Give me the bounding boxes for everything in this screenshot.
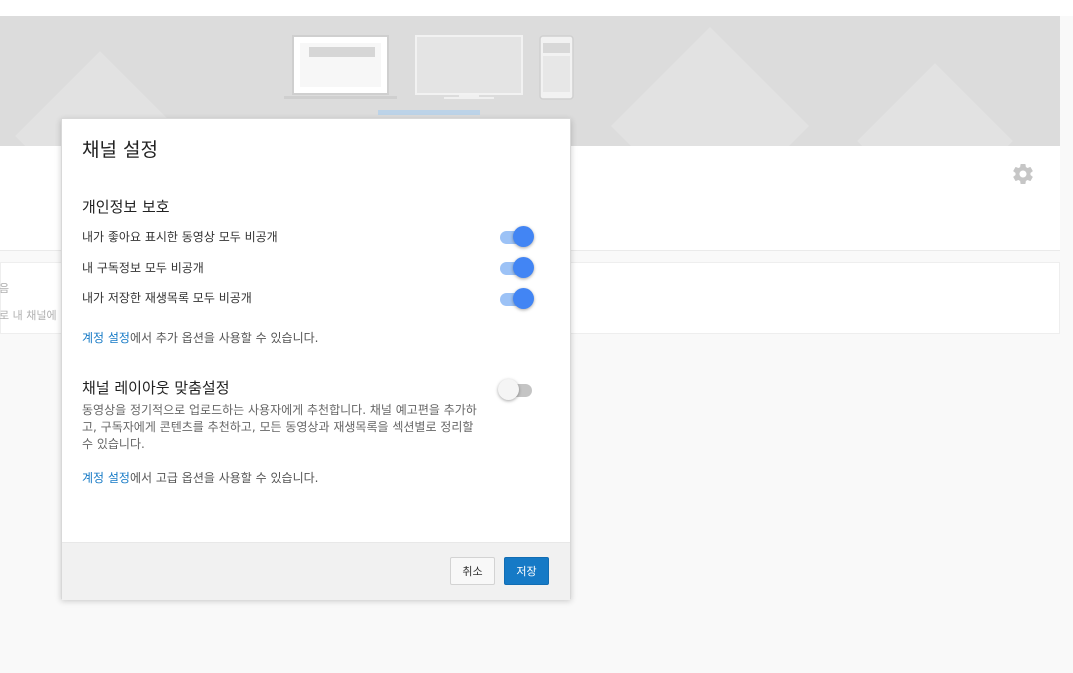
gear-icon[interactable]: [1011, 162, 1035, 186]
subscriptions-private-toggle[interactable]: [498, 257, 534, 279]
laptop-icon: [284, 35, 397, 99]
phone-icon: [539, 35, 574, 100]
cancel-button[interactable]: 취소: [450, 557, 495, 585]
toggle-thumb: [513, 257, 534, 278]
toggle-thumb: [513, 288, 534, 309]
layout-hint: 계정 설정에서 고급 옵션을 사용할 수 있습니다.: [82, 469, 318, 486]
banner-device-highlight: [378, 110, 480, 115]
privacy-section-title: 개인정보 보호: [82, 198, 170, 216]
account-settings-link[interactable]: 계정 설정: [82, 471, 130, 485]
privacy-hint: 계정 설정에서 추가 옵션을 사용할 수 있습니다.: [82, 329, 318, 346]
layout-description: 동영상을 정기적으로 업로드하는 사용자에게 추천합니다. 채널 예고편을 추가…: [82, 403, 477, 451]
save-button[interactable]: 저장: [504, 557, 549, 585]
tv-icon: [415, 35, 523, 99]
content-text-fragment: 로 내 채널에: [0, 309, 57, 322]
dialog-title: 채널 설정: [82, 139, 158, 161]
content-text-fragment: 음: [0, 282, 10, 295]
saved-playlists-private-toggle[interactable]: [498, 288, 534, 310]
subscriptions-private-label: 내 구독정보 모두 비공개: [82, 261, 204, 275]
liked-videos-private-label: 내가 좋아요 표시한 동영상 모두 비공개: [82, 230, 278, 244]
layout-section-title: 채널 레이아웃 맞춤설정: [82, 379, 230, 397]
channel-settings-dialog: 채널 설정 개인정보 보호 내가 좋아요 표시한 동영상 모두 비공개 내 구독…: [61, 118, 571, 600]
privacy-hint-text: 에서 추가 옵션을 사용할 수 있습니다.: [129, 331, 319, 345]
account-settings-link[interactable]: 계정 설정: [82, 331, 130, 345]
liked-videos-private-toggle[interactable]: [498, 226, 534, 248]
layout-customization-toggle[interactable]: [498, 379, 534, 401]
toggle-thumb: [513, 226, 534, 247]
toggle-thumb: [498, 379, 519, 400]
top-bar: [0, 0, 1073, 16]
layout-hint-text: 에서 고급 옵션을 사용할 수 있습니다.: [129, 471, 319, 485]
dialog-footer: 취소 저장: [62, 542, 570, 600]
saved-playlists-private-label: 내가 저장한 재생목록 모두 비공개: [82, 291, 252, 305]
